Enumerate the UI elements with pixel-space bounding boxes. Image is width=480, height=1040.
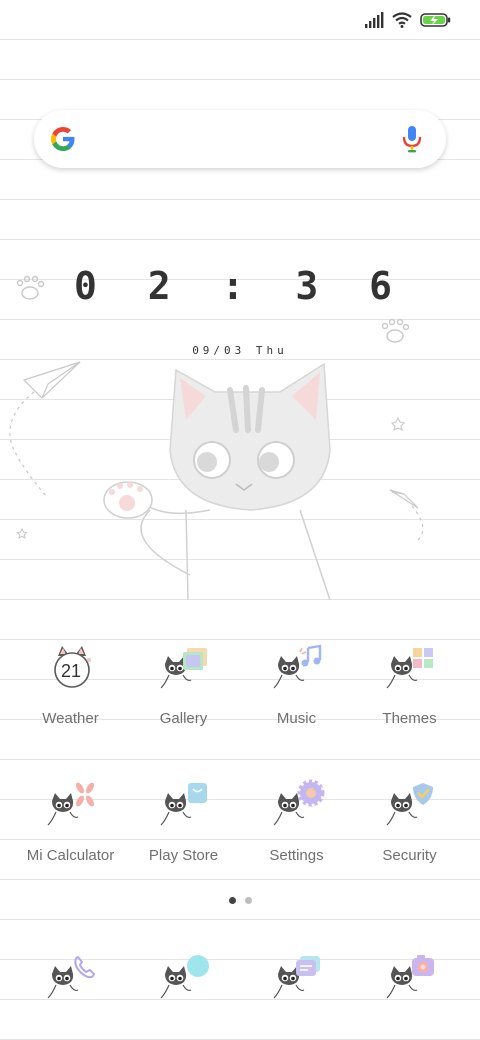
app-settings[interactable]: Settings bbox=[240, 779, 353, 879]
page-dot-active[interactable] bbox=[228, 897, 236, 904]
gallery-icon bbox=[160, 648, 207, 689]
cat-mascot-icon bbox=[386, 656, 418, 689]
cat-mascot-icon bbox=[160, 793, 192, 826]
app-row-1: 21 Weather Gallery Music Themes bbox=[0, 642, 480, 742]
app-weather[interactable]: 21 Weather bbox=[14, 642, 127, 742]
app-gallery[interactable]: Gallery bbox=[127, 642, 240, 742]
app-themes[interactable]: Themes bbox=[353, 642, 466, 742]
app-mi-calculator[interactable]: Mi Calculator bbox=[14, 779, 127, 879]
app-play-store[interactable]: Play Store bbox=[127, 779, 240, 879]
settings-icon bbox=[273, 779, 325, 826]
wifi-icon bbox=[392, 12, 412, 28]
music-icon bbox=[273, 644, 322, 689]
themes-icon bbox=[386, 648, 433, 689]
app-security[interactable]: Security bbox=[353, 779, 466, 879]
app-label: Security bbox=[382, 847, 437, 864]
messages-icon bbox=[273, 956, 320, 999]
google-g-icon bbox=[51, 127, 75, 151]
microphone-icon[interactable] bbox=[400, 125, 424, 153]
cat-mascot-icon bbox=[273, 656, 305, 689]
play-store-icon bbox=[160, 783, 207, 826]
google-search-bar[interactable] bbox=[34, 110, 446, 168]
dock bbox=[0, 952, 480, 1040]
app-row-2: Mi Calculator Play Store Settings Securi… bbox=[0, 779, 480, 879]
page-dot[interactable] bbox=[244, 897, 252, 904]
cat-mascot-icon bbox=[386, 793, 418, 826]
signal-icon bbox=[365, 12, 384, 28]
dock-phone[interactable] bbox=[14, 952, 127, 1040]
weather-badge: 21 bbox=[61, 661, 81, 681]
app-label: Themes bbox=[382, 710, 437, 727]
battery-charging-icon bbox=[420, 13, 451, 27]
dock-browser[interactable] bbox=[127, 952, 240, 1040]
weather-icon: 21 bbox=[54, 646, 91, 688]
app-music[interactable]: Music bbox=[240, 642, 353, 742]
security-icon bbox=[386, 783, 433, 826]
camera-icon bbox=[386, 955, 434, 999]
page-indicator[interactable] bbox=[0, 897, 480, 904]
browser-icon bbox=[160, 955, 209, 999]
phone-icon bbox=[47, 955, 96, 999]
calculator-icon bbox=[47, 782, 94, 826]
cat-mascot-icon bbox=[160, 966, 192, 999]
cat-mascot-icon bbox=[47, 793, 79, 826]
cat-wallpaper bbox=[9, 275, 424, 601]
status-bar bbox=[0, 0, 480, 40]
dock-messages[interactable] bbox=[240, 952, 353, 1040]
dock-camera[interactable] bbox=[353, 952, 466, 1040]
cat-mascot-icon bbox=[47, 966, 79, 999]
